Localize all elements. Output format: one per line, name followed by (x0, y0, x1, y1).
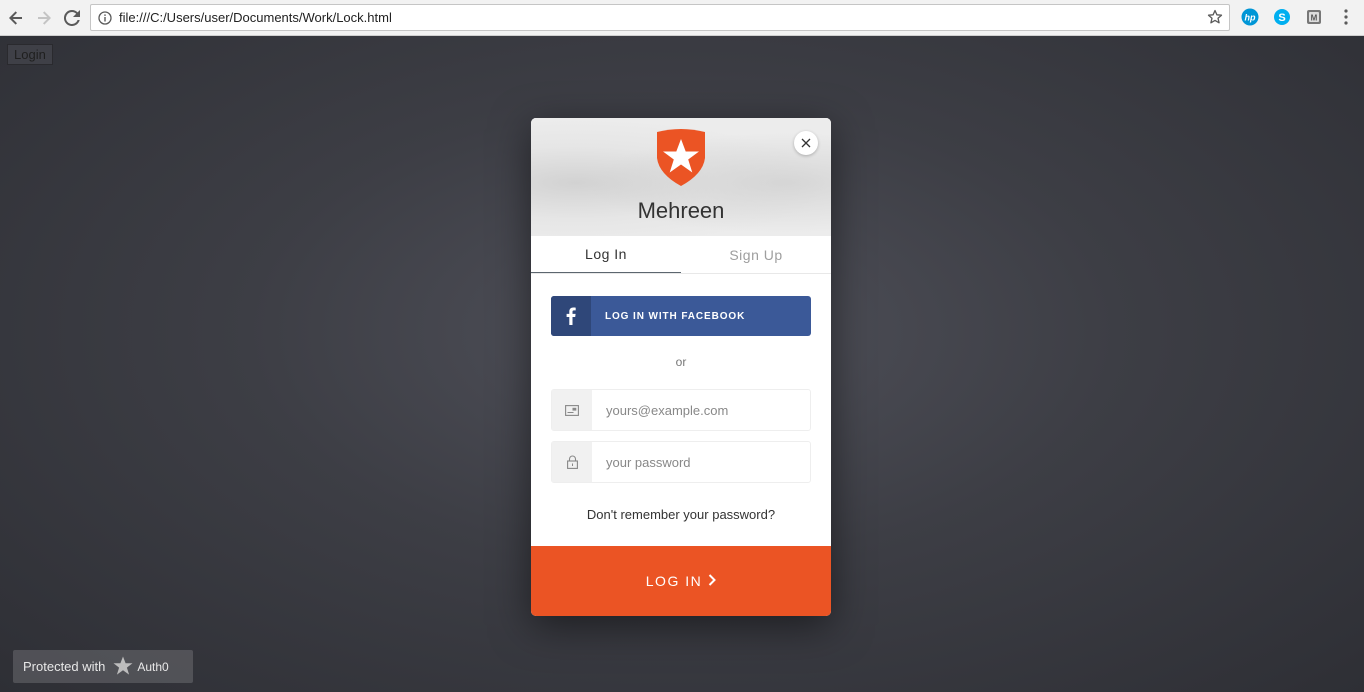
svg-text:hp: hp (1245, 13, 1256, 23)
reload-icon[interactable] (60, 6, 84, 30)
auth0-logo-icon (655, 128, 707, 186)
hp-extension-icon[interactable]: hp (1241, 8, 1259, 26)
forgot-password-link[interactable]: Don't remember your password? (531, 507, 831, 522)
badge-text: Protected with (23, 659, 106, 674)
lock-icon (552, 442, 592, 482)
auth0-badge-logo-icon (113, 656, 133, 677)
skype-extension-icon[interactable]: S (1273, 8, 1291, 26)
auth0-lock-modal: Mehreen Log In Sign Up LOG IN WITH FACEB… (531, 118, 831, 616)
back-icon[interactable] (4, 6, 28, 30)
email-input[interactable] (592, 390, 810, 430)
separator-text: or (675, 355, 687, 369)
page-background: Login Mehreen Log In Sign Up LOG IN WITH… (0, 36, 1364, 692)
tab-log-in[interactable]: Log In (531, 236, 681, 273)
auth0-badge[interactable]: Protected with Auth0 (13, 650, 193, 683)
browser-toolbar: file:///C:/Users/user/Documents/Work/Loc… (0, 0, 1364, 36)
url-text: file:///C:/Users/user/Documents/Work/Loc… (119, 10, 392, 25)
chevron-right-icon (708, 573, 717, 590)
email-card-icon (552, 390, 592, 430)
password-input[interactable] (592, 442, 810, 482)
forward-icon[interactable] (32, 6, 56, 30)
password-field (551, 441, 811, 483)
tab-sign-up[interactable]: Sign Up (681, 236, 831, 273)
close-icon[interactable] (794, 131, 818, 155)
page-login-button[interactable]: Login (7, 44, 53, 65)
facebook-icon (551, 296, 591, 336)
submit-login-button[interactable]: LOG IN (531, 546, 831, 616)
svg-text:M: M (1311, 14, 1318, 23)
info-icon[interactable] (91, 10, 119, 25)
facebook-button-label: LOG IN WITH FACEBOOK (605, 310, 746, 322)
facebook-login-button[interactable]: LOG IN WITH FACEBOOK (551, 296, 811, 336)
browser-menu-icon[interactable] (1337, 8, 1355, 26)
badge-brand: Auth0 (137, 659, 169, 674)
email-field (551, 389, 811, 431)
submit-label: LOG IN (645, 573, 703, 589)
bookmark-star-icon[interactable] (1207, 9, 1223, 30)
lock-title: Mehreen (637, 198, 725, 223)
extension-icon[interactable]: M (1305, 8, 1323, 26)
lock-tabs: Log In Sign Up (531, 236, 831, 274)
svg-text:S: S (1278, 12, 1285, 24)
address-bar[interactable]: file:///C:/Users/user/Documents/Work/Loc… (90, 4, 1230, 31)
